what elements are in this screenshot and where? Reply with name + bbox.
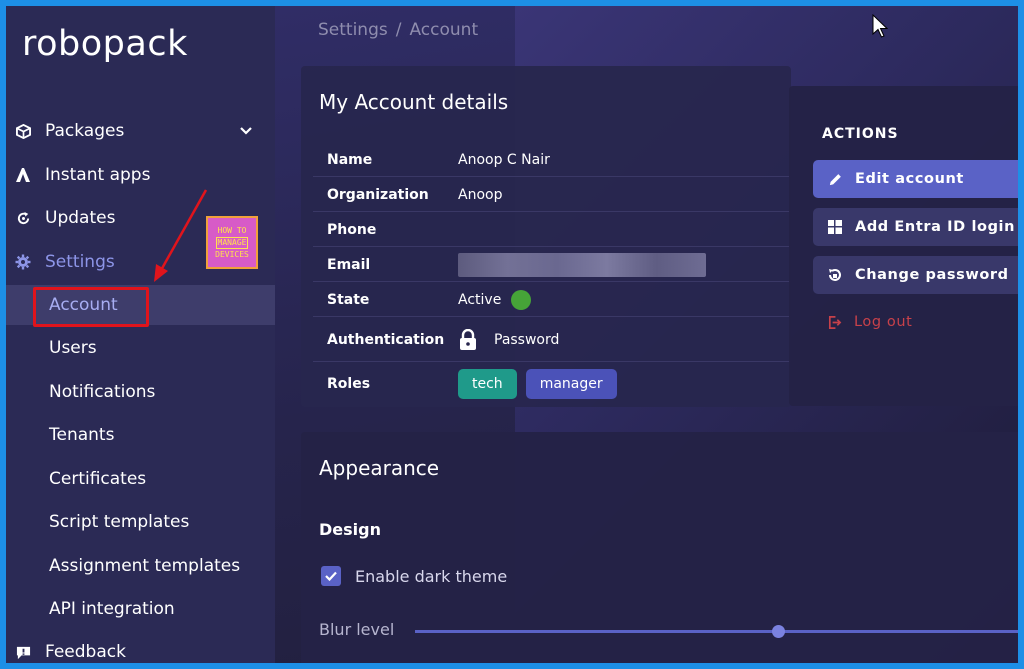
- sidebar-subitem-label: Notifications: [49, 382, 156, 402]
- sidebar-item-label: Instant apps: [45, 165, 151, 185]
- field-value: [458, 252, 706, 277]
- field-row-organization: Organization Anoop: [313, 178, 791, 212]
- annotation-highlight-box: [33, 287, 149, 327]
- sidebar-subitem-label: Users: [49, 338, 97, 358]
- add-entra-id-login-button[interactable]: Add Entra ID login: [813, 208, 1018, 246]
- card-title: Appearance: [319, 456, 440, 480]
- watermark-line: DEVICES: [215, 249, 249, 259]
- section-title: Design: [319, 520, 381, 539]
- checkbox-label: Enable dark theme: [355, 566, 508, 586]
- button-label: Edit account: [855, 171, 964, 187]
- updates-icon: [15, 210, 31, 226]
- field-label: Name: [327, 151, 373, 168]
- app-logo[interactable]: robopack: [22, 24, 188, 64]
- field-label: State: [327, 291, 370, 308]
- appearance-card: Appearance Design Enable dark theme Blur…: [301, 432, 1018, 663]
- breadcrumb-settings[interactable]: Settings: [318, 20, 388, 40]
- field-row-name: Name Anoop C Nair: [313, 143, 791, 177]
- redacted-email: [458, 252, 706, 277]
- sidebar: robopack Packages Instant apps Updates S…: [6, 6, 275, 663]
- edit-account-button[interactable]: Edit account: [813, 160, 1018, 198]
- field-row-roles: Roles tech manager: [313, 364, 791, 404]
- field-label: Email: [327, 256, 371, 273]
- field-value: Anoop: [458, 186, 503, 203]
- field-label: Phone: [327, 221, 377, 238]
- watermark-line: MANAGE: [215, 236, 249, 249]
- sidebar-item-label: Feedback: [45, 642, 126, 662]
- log-out-button[interactable]: Log out: [827, 314, 912, 330]
- role-badge-tech: tech: [458, 369, 517, 399]
- sidebar-subitem-script-templates[interactable]: Script templates: [6, 502, 275, 542]
- field-row-authentication: Authentication Password: [313, 318, 791, 362]
- sidebar-subitem-certificates[interactable]: Certificates: [6, 459, 275, 499]
- sidebar-subitem-users[interactable]: Users: [6, 328, 275, 368]
- breadcrumb: Settings / Account: [318, 20, 478, 40]
- button-label: Change password: [855, 267, 1009, 283]
- instant-apps-icon: [15, 167, 31, 183]
- sidebar-subitem-label: Certificates: [49, 469, 147, 489]
- button-label: Log out: [854, 314, 913, 330]
- app-window: robopack Packages Instant apps Updates S…: [6, 6, 1018, 663]
- mouse-cursor-icon: [872, 14, 888, 38]
- dark-theme-checkbox[interactable]: [321, 566, 341, 586]
- package-icon: [15, 123, 31, 139]
- dark-theme-row[interactable]: Enable dark theme: [321, 566, 507, 586]
- feedback-icon: [15, 644, 31, 660]
- sidebar-subitem-label: API integration: [49, 599, 175, 619]
- account-details-card: My Account details Name Anoop C Nair Org…: [301, 66, 791, 407]
- reset-password-icon: [827, 267, 843, 283]
- breadcrumb-current: Account: [409, 20, 479, 40]
- slider-thumb[interactable]: [772, 625, 785, 638]
- windows-icon: [827, 220, 843, 234]
- actions-title: ACTIONS: [822, 126, 899, 142]
- sidebar-item-packages[interactable]: Packages: [6, 112, 275, 150]
- sidebar-subitem-assignment-templates[interactable]: Assignment templates: [6, 546, 275, 586]
- watermark-line: HOW TO: [217, 225, 247, 235]
- actions-card: ACTIONS Edit account Add Entra ID login …: [789, 86, 1018, 406]
- breadcrumb-separator: /: [395, 20, 402, 40]
- sidebar-item-instant-apps[interactable]: Instant apps: [6, 156, 275, 194]
- sidebar-item-feedback[interactable]: Feedback: [6, 633, 275, 663]
- logout-icon: [827, 315, 842, 330]
- field-row-email: Email: [313, 248, 791, 282]
- sidebar-subitem-label: Assignment templates: [49, 556, 241, 576]
- field-row-phone: Phone: [313, 213, 791, 247]
- blur-level-label: Blur level: [319, 620, 395, 639]
- field-label: Authentication: [327, 331, 445, 348]
- sidebar-item-label: Settings: [45, 252, 115, 272]
- sidebar-subitem-tenants[interactable]: Tenants: [6, 415, 275, 455]
- field-label: Organization: [327, 186, 429, 203]
- status-dot-icon: [511, 289, 532, 310]
- sidebar-subitem-label: Script templates: [49, 512, 190, 532]
- state-text: Active: [458, 291, 502, 308]
- chevron-down-icon[interactable]: [239, 122, 253, 142]
- field-label: Roles: [327, 376, 371, 392]
- main-content: Settings / Account My Account details Name…: [275, 6, 1018, 663]
- button-label: Add Entra ID login: [855, 219, 1016, 235]
- pencil-icon: [827, 172, 843, 187]
- sidebar-subitem-label: Tenants: [49, 425, 115, 445]
- sidebar-item-label: Updates: [45, 208, 116, 228]
- gear-icon: [15, 254, 31, 270]
- blur-level-slider[interactable]: [415, 630, 1018, 633]
- change-password-button[interactable]: Change password: [813, 256, 1018, 294]
- field-row-state: State Active: [313, 283, 791, 317]
- lock-icon: [458, 328, 478, 351]
- checkmark-icon: [325, 571, 337, 582]
- role-badge-manager: manager: [525, 369, 617, 399]
- field-value: tech manager: [458, 369, 626, 399]
- field-value: Anoop C Nair: [458, 151, 550, 168]
- watermark-logo: HOW TO MANAGE DEVICES: [206, 216, 258, 269]
- auth-method: Password: [494, 331, 560, 348]
- field-value: Password: [458, 328, 560, 351]
- sidebar-item-label: Packages: [45, 121, 125, 141]
- card-title: My Account details: [319, 90, 509, 114]
- field-value: Active: [458, 289, 532, 310]
- sidebar-subitem-api-integration[interactable]: API integration: [6, 589, 275, 629]
- sidebar-subitem-notifications[interactable]: Notifications: [6, 372, 275, 412]
